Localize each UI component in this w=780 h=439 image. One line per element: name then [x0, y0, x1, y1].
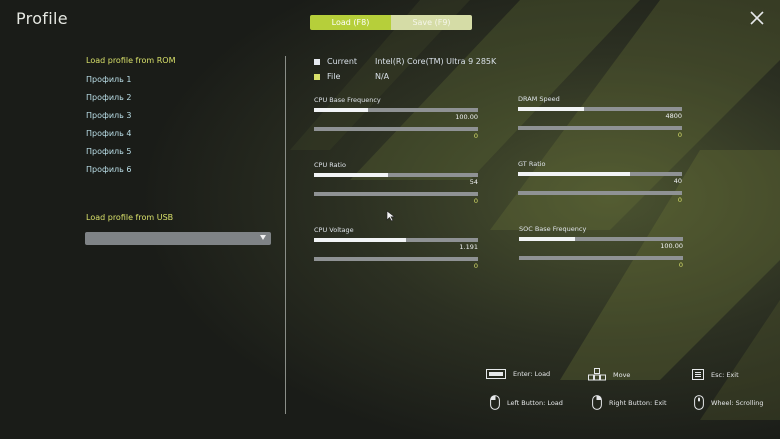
param-cpu-voltage: CPU Voltage 1.191 0	[314, 226, 478, 271]
tab-load[interactable]: Load (F8)	[310, 15, 391, 30]
current-color-swatch	[314, 58, 320, 65]
param-gt-ratio: GT Ratio 40 0	[518, 160, 682, 205]
file-value-bar	[518, 191, 682, 195]
file-row: File N/A	[314, 72, 389, 81]
current-bar-fill	[314, 173, 388, 177]
current-bar-fill	[518, 107, 584, 111]
mode-tabs: Load (F8) Save (F9)	[310, 15, 472, 30]
arrow-keys-icon	[588, 368, 606, 381]
help-label: Right Button: Exit	[609, 398, 667, 407]
file-value: 0	[677, 196, 682, 204]
current-value-bar	[519, 237, 683, 241]
rom-profile-list: Профиль 1 Профиль 2 Профиль 3 Профиль 4 …	[86, 74, 132, 182]
param-label: SOC Base Frequency	[519, 225, 587, 233]
profile-item-6[interactable]: Профиль 6	[86, 164, 132, 182]
file-value: 0	[473, 197, 478, 205]
help-left-button: Left Button: Load	[490, 395, 563, 410]
file-value: 0	[678, 261, 683, 269]
param-label: GT Ratio	[518, 160, 546, 168]
chevron-down-icon	[260, 235, 266, 240]
help-label: Wheel: Scrolling	[711, 398, 764, 407]
param-label: CPU Voltage	[314, 226, 354, 234]
usb-profile-dropdown[interactable]	[85, 232, 271, 245]
current-value: 54	[469, 178, 478, 186]
current-value: 1.191	[459, 243, 478, 251]
file-value-bar	[314, 257, 478, 261]
current-value-bar	[314, 173, 478, 177]
current-value: 100.00	[660, 242, 683, 250]
param-label: CPU Base Frequency	[314, 96, 381, 104]
esc-key-icon	[692, 369, 704, 380]
file-value-bar	[314, 192, 478, 196]
help-move: Move	[588, 368, 630, 381]
current-bar-fill	[314, 108, 369, 112]
help-label: Esc: Exit	[711, 370, 739, 379]
current-value: 100.00	[455, 113, 478, 121]
mouse-left-icon	[490, 395, 500, 410]
help-label: Move	[613, 370, 631, 379]
file-value-bar	[519, 256, 683, 260]
current-value-bar	[518, 172, 682, 176]
enter-key-icon	[486, 369, 506, 379]
page-title: Profile	[16, 9, 68, 28]
param-cpu-base-frequency: CPU Base Frequency 100.00 0	[314, 96, 478, 141]
help-label: Enter: Load	[513, 370, 551, 378]
param-dram-speed: DRAM Speed 4800 0	[518, 95, 682, 140]
current-value-bar	[518, 107, 682, 111]
mouse-wheel-icon	[694, 395, 704, 410]
file-value: 0	[677, 131, 682, 139]
profile-item-3[interactable]: Профиль 3	[86, 110, 132, 128]
file-value: 0	[473, 132, 478, 140]
profile-item-4[interactable]: Профиль 4	[86, 128, 132, 146]
help-wheel: Wheel: Scrolling	[694, 395, 763, 410]
help-enter-load: Enter: Load	[486, 369, 550, 379]
file-value-bar	[314, 127, 478, 131]
help-label: Left Button: Load	[507, 398, 563, 407]
param-label: DRAM Speed	[518, 95, 560, 103]
rom-section-header[interactable]: Load profile from ROM	[86, 56, 175, 65]
file-value-bar	[518, 126, 682, 130]
current-bar-fill	[518, 172, 630, 176]
current-value-bar	[314, 108, 478, 112]
file-value: 0	[473, 262, 478, 270]
param-label: CPU Ratio	[314, 161, 346, 169]
file-value: N/A	[375, 72, 390, 81]
file-color-swatch	[314, 73, 320, 80]
current-value: 4800	[665, 112, 682, 120]
profile-item-2[interactable]: Профиль 2	[86, 92, 132, 110]
param-soc-base-frequency: SOC Base Frequency 100.00 0	[519, 225, 683, 270]
close-icon[interactable]	[748, 9, 766, 27]
current-value: 40	[673, 177, 682, 185]
current-row: Current Intel(R) Core(TM) Ultra 9 285K	[314, 57, 496, 66]
help-esc-exit: Esc: Exit	[692, 369, 739, 380]
current-value-bar	[314, 238, 478, 242]
current-bar-fill	[519, 237, 575, 241]
profile-item-5[interactable]: Профиль 5	[86, 146, 132, 164]
current-bar-fill	[314, 238, 406, 242]
mouse-pointer-icon	[386, 210, 396, 222]
column-divider	[285, 56, 286, 414]
param-cpu-ratio: CPU Ratio 54 0	[314, 161, 478, 206]
help-right-button: Right Button: Exit	[592, 395, 667, 410]
usb-section-header: Load profile from USB	[86, 213, 174, 222]
profile-item-1[interactable]: Профиль 1	[86, 74, 132, 92]
file-label: File	[327, 72, 341, 81]
mouse-right-icon	[592, 395, 602, 410]
current-label: Current	[327, 57, 358, 66]
tab-save[interactable]: Save (F9)	[391, 15, 472, 30]
current-cpu-value: Intel(R) Core(TM) Ultra 9 285K	[375, 57, 497, 66]
